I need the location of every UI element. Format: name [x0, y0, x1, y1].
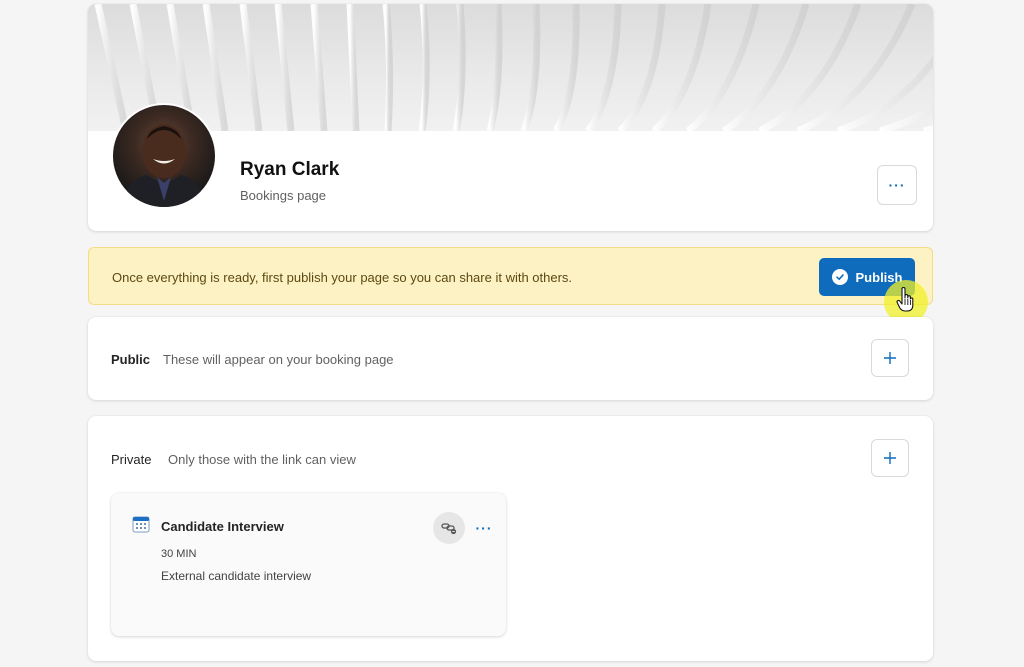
public-section: Public These will appear on your booking…: [88, 317, 933, 400]
more-horizontal-icon: ···: [475, 520, 493, 536]
profile-name: Ryan Clark: [240, 159, 340, 180]
public-description: These will appear on your booking page: [163, 352, 394, 367]
public-title: Public: [111, 352, 151, 367]
notice-text: Once everything is ready, first publish …: [112, 270, 573, 285]
plus-icon: [884, 352, 896, 364]
link-icon: [441, 523, 457, 535]
private-description: Only those with the link can view: [168, 452, 356, 467]
publish-notice: Once everything is ready, first publish …: [88, 247, 933, 305]
private-section: Private Only those with the link can vie…: [88, 416, 933, 661]
avatar: [111, 103, 217, 209]
add-private-button[interactable]: [871, 439, 909, 477]
profile-subtitle: Bookings page: [240, 188, 327, 203]
plus-icon: [884, 452, 896, 464]
hand-pointer-icon: [896, 287, 914, 312]
more-horizontal-icon: ···: [888, 177, 906, 193]
service-name: Candidate Interview: [161, 519, 284, 534]
private-title: Private: [111, 452, 152, 467]
profile-card: Ryan Clark Bookings page ···: [88, 4, 933, 231]
add-public-button[interactable]: [871, 339, 909, 377]
copy-link-button[interactable]: [433, 512, 465, 544]
service-duration: 30 MIN: [161, 548, 197, 560]
service-more-button[interactable]: ···: [473, 517, 495, 539]
checkmark-circle-icon: [831, 269, 848, 285]
service-description: External candidate interview: [161, 569, 312, 583]
service-tile[interactable]: Candidate Interview 30 MIN External cand…: [111, 493, 506, 636]
profile-more-button[interactable]: ···: [877, 165, 917, 205]
calendar-icon: [132, 516, 150, 533]
